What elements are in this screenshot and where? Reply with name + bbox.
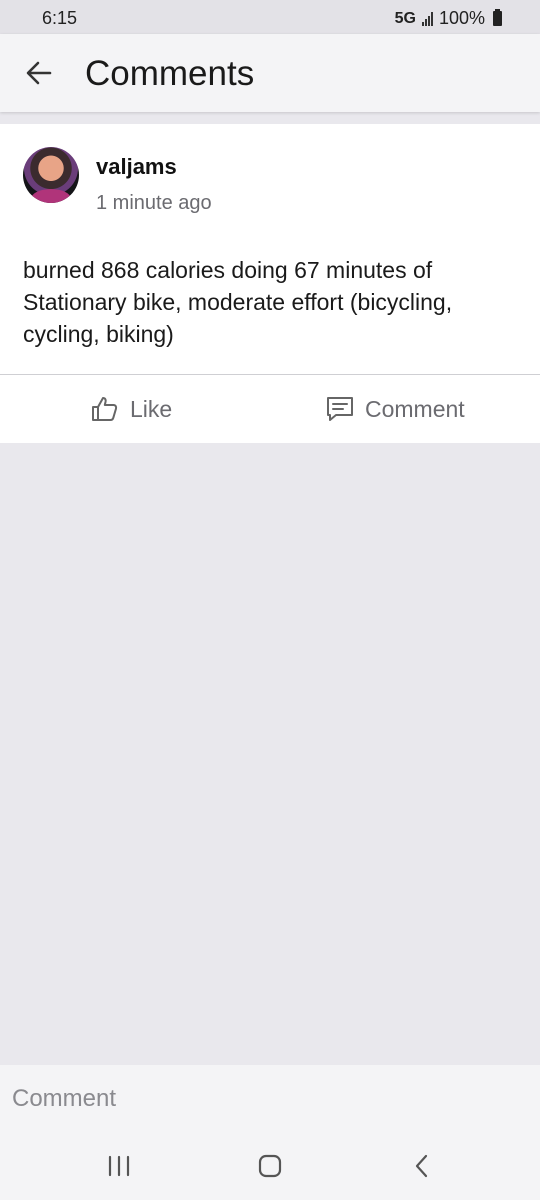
status-bar: 6:15 5G 100% — [0, 0, 540, 34]
comment-button[interactable]: Comment — [325, 375, 465, 443]
status-indicators: 5G 100% — [395, 8, 502, 29]
post-timestamp: 1 minute ago — [96, 192, 212, 214]
network-type: 5G — [394, 9, 416, 27]
system-nav-bar — [0, 1133, 540, 1200]
comment-input-bar — [0, 1065, 540, 1133]
comment-bubble-icon — [327, 397, 353, 421]
page-title: Comments — [85, 54, 255, 93]
arrow-left-icon — [26, 61, 52, 85]
recents-button[interactable] — [104, 1151, 134, 1181]
nav-back-button[interactable] — [407, 1151, 437, 1181]
post-text: burned 868 calories doing 67 minutes of … — [23, 257, 453, 347]
home-button[interactable] — [255, 1151, 285, 1181]
thumbs-up-icon — [92, 397, 118, 421]
post-username[interactable]: valjams — [96, 154, 177, 180]
comment-input[interactable] — [0, 1065, 540, 1133]
status-time: 6:15 — [42, 8, 78, 28]
like-label: Like — [130, 395, 173, 422]
like-button[interactable]: Like — [90, 375, 172, 443]
home-icon — [258, 1154, 282, 1178]
battery-icon — [493, 9, 502, 26]
comment-label: Comment — [365, 395, 465, 422]
recents-icon — [108, 1155, 130, 1177]
post-card: valjams 1 minute ago burned 868 calories… — [0, 124, 540, 374]
back-chevron-icon — [415, 1154, 428, 1178]
back-button[interactable] — [20, 54, 58, 92]
battery-level: 100% — [438, 8, 485, 28]
avatar[interactable] — [23, 147, 79, 203]
signal-icon — [421, 11, 433, 26]
post-actions: Like Comment — [0, 375, 540, 443]
app-bar: Comments — [0, 34, 540, 112]
